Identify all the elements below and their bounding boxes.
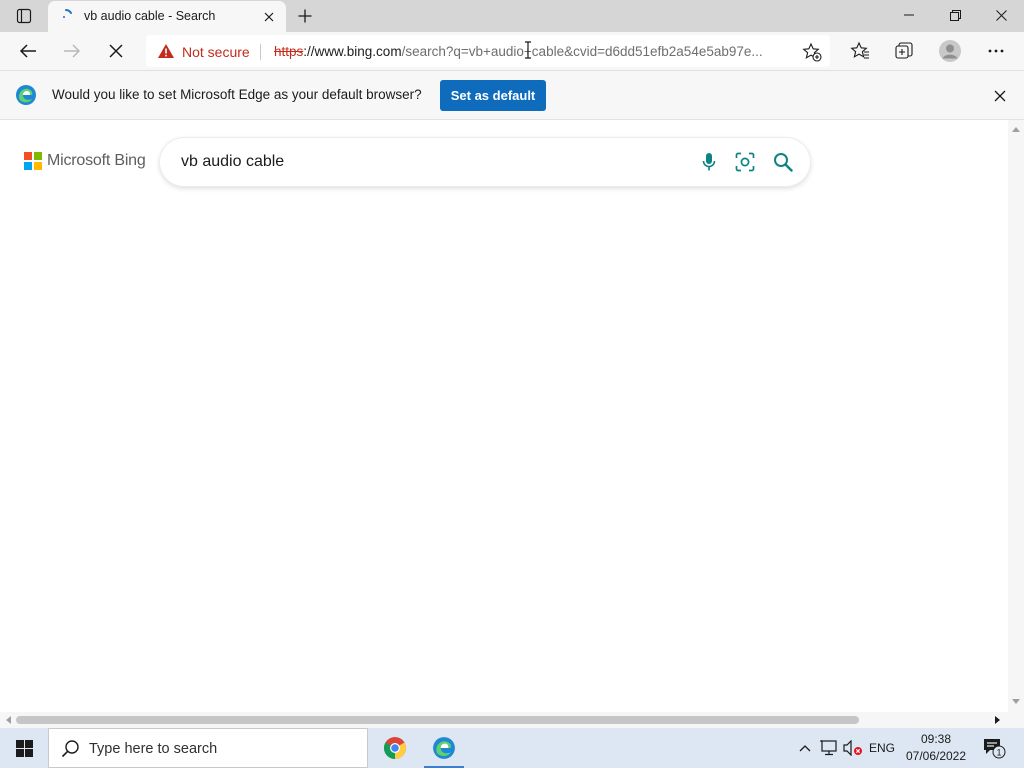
volume-button[interactable] bbox=[842, 728, 864, 768]
vertical-scrollbar[interactable] bbox=[1008, 120, 1024, 712]
bing-logo-text: Microsoft Bing bbox=[47, 152, 146, 169]
profile-button[interactable] bbox=[935, 36, 965, 66]
warning-icon bbox=[158, 44, 174, 58]
more-options-icon bbox=[988, 49, 1004, 53]
windows-logo-icon bbox=[15, 739, 33, 757]
title-bar: vb audio cable - Search bbox=[0, 0, 1024, 32]
edge-logo-icon bbox=[16, 85, 36, 105]
scroll-up-icon[interactable] bbox=[1012, 126, 1020, 132]
chevron-up-icon bbox=[799, 745, 811, 752]
url-text[interactable]: https://www.bing.com/search?q=vb+audio+c… bbox=[274, 44, 790, 59]
clock-date: 07/06/2022 bbox=[905, 749, 967, 763]
volume-muted-icon bbox=[843, 740, 862, 756]
close-icon bbox=[994, 90, 1006, 102]
search-box[interactable]: vb audio cable bbox=[160, 138, 810, 186]
chrome-icon bbox=[384, 737, 406, 759]
search-icon bbox=[774, 153, 793, 172]
tab-actions-icon bbox=[16, 8, 32, 24]
taskbar-search-placeholder: Type here to search bbox=[89, 741, 218, 757]
scroll-right-icon[interactable] bbox=[995, 716, 1001, 724]
clock-time: 09:38 bbox=[920, 732, 952, 746]
tab-actions-button[interactable] bbox=[8, 4, 40, 28]
taskbar-edge[interactable] bbox=[420, 728, 468, 768]
stop-loading-button[interactable] bbox=[101, 36, 131, 66]
tab-title: vb audio cable - Search bbox=[84, 9, 216, 23]
minimize-icon bbox=[904, 14, 914, 16]
settings-menu-button[interactable] bbox=[981, 36, 1011, 66]
new-tab-button[interactable] bbox=[292, 4, 318, 28]
not-secure-label[interactable]: Not secure bbox=[182, 44, 250, 60]
infobar-close-button[interactable] bbox=[990, 86, 1010, 106]
visual-search-icon bbox=[735, 152, 755, 172]
plus-icon bbox=[298, 9, 312, 23]
horizontal-scroll-thumb[interactable] bbox=[16, 716, 859, 724]
favorites-star-icon bbox=[850, 41, 869, 59]
close-icon bbox=[995, 9, 1007, 21]
url-path: /search?q=vb+audio+cable&cvid=d6dd51efb2… bbox=[401, 44, 763, 59]
forward-button[interactable] bbox=[57, 36, 87, 66]
avatar-icon bbox=[939, 40, 961, 62]
visual-search-button[interactable] bbox=[733, 150, 757, 174]
bing-logo[interactable]: Microsoft Bing bbox=[24, 152, 146, 170]
search-submit-button[interactable] bbox=[771, 150, 795, 174]
clock[interactable]: 09:38 07/06/2022 bbox=[900, 731, 972, 767]
tab-close-button[interactable] bbox=[260, 8, 278, 26]
voice-search-button[interactable] bbox=[697, 150, 721, 174]
microphone-icon bbox=[702, 153, 716, 171]
scrollbar-corner bbox=[1008, 712, 1024, 728]
favorites-button[interactable] bbox=[845, 36, 875, 66]
search-input[interactable]: vb audio cable bbox=[181, 153, 284, 171]
edge-icon bbox=[433, 737, 455, 759]
horizontal-scrollbar[interactable] bbox=[0, 712, 1008, 728]
text-cursor-icon bbox=[525, 41, 531, 59]
back-button[interactable] bbox=[13, 36, 43, 66]
search-icon bbox=[61, 740, 79, 758]
action-center-button[interactable]: 1 bbox=[978, 728, 1010, 768]
network-button[interactable] bbox=[818, 728, 840, 768]
set-as-default-button[interactable]: Set as default bbox=[440, 80, 546, 111]
microsoft-logo-icon bbox=[24, 152, 42, 170]
address-bar[interactable]: Not secure https://www.bing.com/search?q… bbox=[146, 35, 830, 67]
forward-arrow-icon bbox=[64, 44, 81, 58]
taskbar: Type here to search ENG 09:38 07/06/2022… bbox=[0, 728, 1024, 768]
scroll-down-icon[interactable] bbox=[1012, 699, 1020, 705]
notification-icon: 1 bbox=[984, 739, 1006, 759]
scroll-left-icon[interactable] bbox=[5, 716, 11, 724]
add-favorite-icon[interactable] bbox=[802, 42, 822, 62]
restore-icon bbox=[949, 9, 961, 21]
close-icon bbox=[264, 12, 274, 22]
taskbar-chrome[interactable] bbox=[371, 728, 419, 768]
default-browser-infobar: Would you like to set Microsoft Edge as … bbox=[0, 71, 1024, 120]
infobar-message: Would you like to set Microsoft Edge as … bbox=[52, 87, 422, 102]
navigation-toolbar: Not secure https://www.bing.com/search?q… bbox=[0, 32, 1024, 71]
close-icon bbox=[109, 44, 123, 58]
bing-search-page: Microsoft Bing vb audio cable bbox=[0, 120, 1008, 712]
collections-button[interactable] bbox=[889, 36, 919, 66]
network-icon bbox=[820, 740, 837, 756]
loading-icon bbox=[63, 9, 72, 18]
url-scheme: https bbox=[274, 44, 304, 59]
minimize-button[interactable] bbox=[886, 0, 932, 30]
start-button[interactable] bbox=[0, 728, 48, 768]
divider bbox=[260, 44, 261, 60]
back-arrow-icon bbox=[19, 44, 36, 58]
collections-icon bbox=[895, 42, 913, 59]
notification-count: 1 bbox=[996, 748, 1001, 758]
restore-button[interactable] bbox=[932, 0, 978, 30]
show-hidden-icons-button[interactable] bbox=[795, 728, 815, 768]
taskbar-search-box[interactable]: Type here to search bbox=[48, 728, 368, 768]
language-indicator[interactable]: ENG bbox=[866, 728, 898, 768]
url-host: ://www.bing.com bbox=[303, 44, 402, 59]
tab-active[interactable]: vb audio cable - Search bbox=[48, 1, 286, 32]
window-close-button[interactable] bbox=[978, 0, 1024, 30]
